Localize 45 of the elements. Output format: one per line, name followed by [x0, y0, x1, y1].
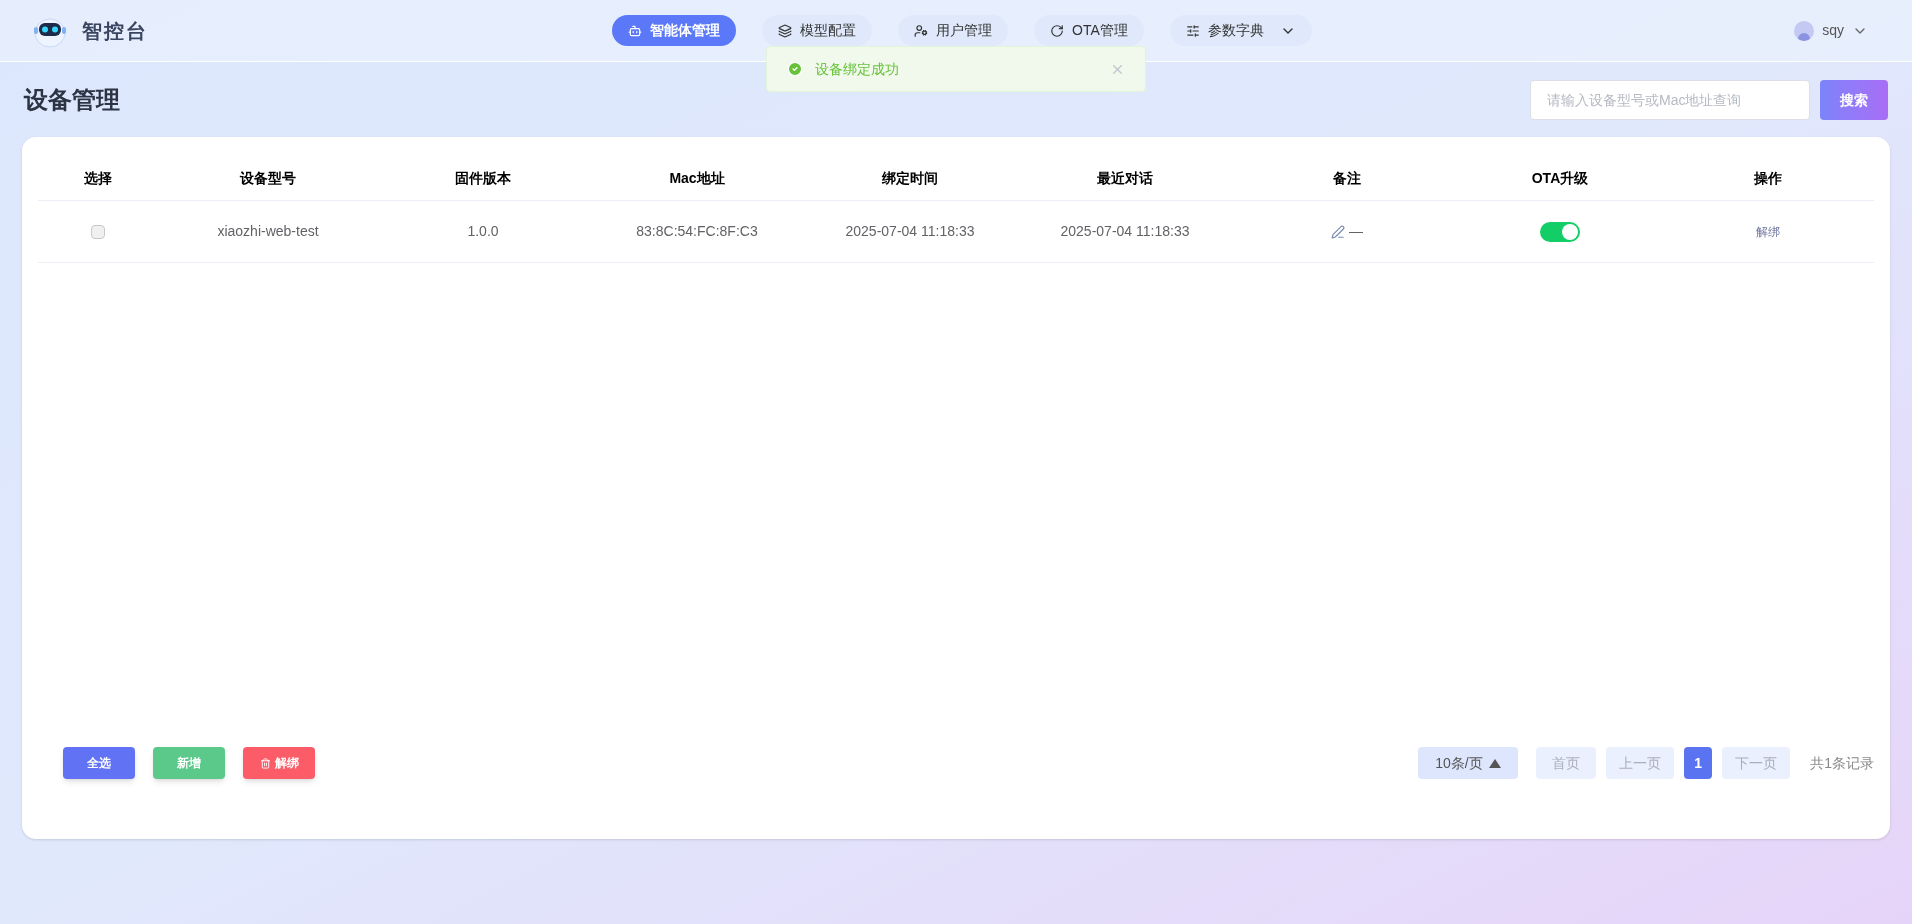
toast-message: 设备绑定成功 — [815, 59, 899, 79]
layers-icon — [778, 23, 792, 38]
column-header: 设备型号 — [238, 169, 297, 188]
user-icon — [914, 23, 928, 38]
page-title: 设备管理 — [24, 85, 120, 115]
table-cell-text: 1.0.0 — [466, 222, 500, 241]
column-header: 操作 — [1753, 169, 1783, 188]
edit-icon[interactable] — [1331, 224, 1345, 239]
caret-up-icon — [1489, 758, 1502, 768]
nav-tab[interactable]: 智能体管理 — [612, 15, 736, 46]
column-header: 固件版本 — [454, 169, 512, 188]
column-header: 备注 — [1332, 169, 1362, 188]
unbind-link[interactable]: 解绑 — [1756, 222, 1780, 241]
table-cell-text: 2025-07-04 11:18:33 — [1059, 222, 1191, 241]
add-button[interactable]: 新增 — [153, 747, 225, 779]
column-header: 选择 — [83, 169, 113, 188]
nav-tab[interactable]: 参数字典 — [1169, 15, 1312, 46]
sliders-icon — [1185, 23, 1200, 38]
search-button[interactable]: 搜索 — [1820, 80, 1888, 120]
nav-tab[interactable]: 用户管理 — [898, 15, 1008, 46]
table-cell-text: 83:8C:54:FC:8F:C3 — [635, 222, 759, 241]
ota-toggle[interactable] — [1540, 221, 1580, 242]
page-number[interactable]: 1 — [1684, 747, 1713, 779]
search-field[interactable]: 请输入设备型号或Mac地址查询 — [1530, 80, 1810, 120]
delete-button[interactable]: 解绑 — [243, 747, 315, 779]
row-checkbox[interactable] — [91, 224, 105, 239]
column-header: 最近对话 — [1096, 169, 1154, 188]
column-header: OTA升级 — [1530, 169, 1590, 188]
table-cell-text: 2025-07-04 11:18:33 — [844, 222, 976, 241]
nav-tab[interactable]: OTA管理 — [1034, 15, 1144, 46]
nav-tab[interactable]: 模型配置 — [762, 15, 872, 46]
avatar — [1794, 20, 1815, 41]
column-header: Mac地址 — [668, 169, 726, 188]
total-records: 共1条记录 — [1810, 753, 1874, 773]
select-button[interactable]: 全选 — [63, 747, 135, 779]
refresh-icon — [1050, 23, 1064, 38]
table-cell-text: — — [1349, 222, 1363, 241]
success-icon — [787, 61, 803, 77]
user-name[interactable]: sqy — [1822, 20, 1844, 41]
robot-icon — [628, 23, 642, 38]
trash-icon — [259, 757, 271, 769]
column-header: 绑定时间 — [881, 169, 939, 188]
brand-name: 智控台 — [82, 18, 148, 44]
page-size-select[interactable]: 10条/页 — [1418, 747, 1519, 779]
table-cell-text: xiaozhi-web-test — [216, 222, 320, 241]
